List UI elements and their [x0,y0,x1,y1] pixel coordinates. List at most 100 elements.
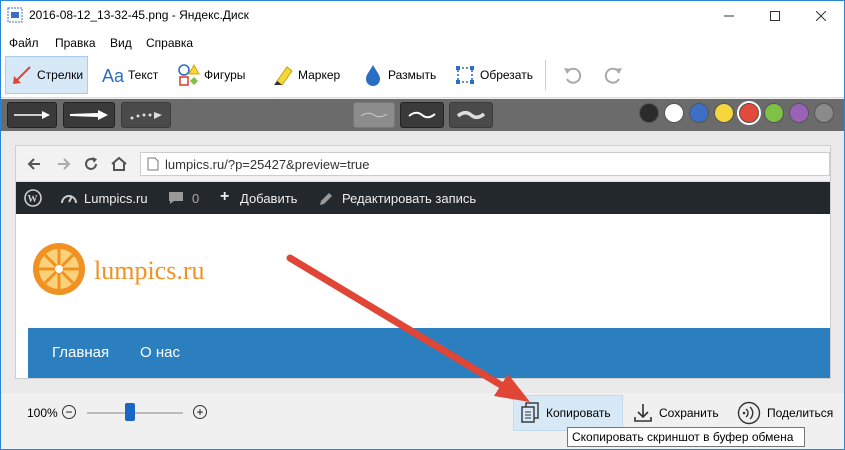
url-text: lumpics.ru/?p=25427&preview=true [165,157,370,172]
tool-arrows-label: Стрелки [37,68,84,82]
tool-marker[interactable]: Маркер [267,56,344,94]
site-navigation: Главная О нас [28,328,830,378]
blur-drop-icon [366,65,380,86]
home-icon [111,156,127,171]
thick-wave-icon [456,111,486,119]
plus-icon: + [196,405,204,419]
tool-text-label: Текст [128,68,159,82]
thick-arrow-icon [70,110,108,120]
zoom-slider-thumb[interactable] [125,403,136,421]
download-icon [634,404,652,422]
color-swatch[interactable] [664,103,684,123]
tool-arrows[interactable]: Стрелки [5,56,89,94]
color-swatch[interactable] [714,103,734,123]
window-title: 2016-08-12_13-32-45.png - Яндекс.Диск [29,8,249,22]
nav-home: Главная [52,344,110,361]
thin-arrow-icon [14,111,50,119]
copy-tooltip: Скопировать скриншот в буфер обмена [567,427,805,447]
tool-toolbar: Стрелки Aa Текст Фигуры Маркер Размыть О… [1,54,844,98]
tool-shapes-label: Фигуры [204,68,246,82]
copy-button[interactable]: Копировать [513,395,623,431]
arrow-style-thick[interactable] [63,102,115,128]
wordpress-admin-bar: W Lumpics.ru 0 + Добавить Редактировать … [16,182,830,214]
copy-label: Копировать [546,406,611,420]
maximize-icon [770,10,780,21]
tool-marker-label: Маркер [298,68,341,82]
comment-icon [169,192,183,204]
tool-text[interactable]: Aa Текст [97,56,162,94]
wp-add-label: Добавить [240,191,298,206]
menu-help[interactable]: Справка [146,36,193,50]
color-swatch[interactable] [764,103,784,123]
menu-edit[interactable]: Правка [55,36,96,50]
toolbar-separator [545,60,546,90]
color-swatch[interactable] [639,103,659,123]
editor-canvas[interactable]: lumpics.ru/?p=25427&preview=true W Lumpi… [1,131,844,393]
tool-blur-label: Размыть [388,68,437,82]
arrow-tool-icon [13,66,31,84]
reload-icon [85,157,97,170]
dashboard-icon [61,195,77,204]
arrow-style-dotted[interactable] [121,102,171,128]
line-style-thick[interactable] [449,102,493,128]
text-tool-icon: Aa [102,66,125,86]
page-icon [147,157,159,171]
svg-text:Aa: Aa [102,66,125,86]
share-button[interactable]: Поделиться [731,395,841,431]
svg-text:W: W [28,194,38,205]
save-label: Сохранить [659,406,719,420]
tool-crop[interactable]: Обрезать [449,56,537,94]
thin-wave-icon [360,112,388,118]
dotted-arrow-icon [130,112,162,120]
minimize-button[interactable] [706,1,752,30]
line-style-thin[interactable] [353,102,395,128]
tool-crop-label: Обрезать [480,68,533,82]
redo-button[interactable] [597,56,632,94]
back-icon [27,158,40,170]
line-style-medium[interactable] [400,102,444,128]
color-swatch[interactable] [739,103,759,123]
arrow-style-thin[interactable] [7,102,57,128]
medium-wave-icon [408,111,436,119]
close-icon [816,10,826,21]
menu-view[interactable]: Вид [110,36,132,50]
title-bar: 2016-08-12_13-32-45.png - Яндекс.Диск [1,1,844,30]
maximize-button[interactable] [752,1,798,30]
tool-shapes[interactable]: Фигуры [173,56,249,94]
minimize-icon [724,15,734,16]
zoom-level: 100% [27,406,58,420]
undo-icon [564,67,582,84]
tool-blur[interactable]: Размыть [357,56,440,94]
share-icon [737,401,761,425]
app-window: 2016-08-12_13-32-45.png - Яндекс.Диск Фа… [0,0,845,450]
color-swatch[interactable] [814,103,834,123]
edit-pencil-icon [320,193,332,205]
site-name: lumpics.ru [94,256,205,285]
wordpress-icon: W [24,189,42,207]
color-swatch[interactable] [689,103,709,123]
screenshot-image: lumpics.ru/?p=25427&preview=true W Lumpi… [15,145,831,379]
menu-file[interactable]: Файл [9,36,39,50]
color-swatch[interactable] [789,103,809,123]
undo-button[interactable] [557,56,592,94]
browser-toolbar: lumpics.ru/?p=25427&preview=true [16,146,830,182]
marker-icon [274,66,293,86]
app-icon [7,7,23,23]
redo-icon [604,67,622,84]
crop-icon [456,66,474,84]
close-button[interactable] [798,1,844,30]
forward-icon [58,158,71,170]
style-toolbar [1,99,844,131]
save-button[interactable]: Сохранить [627,395,727,431]
wp-edit-label: Редактировать запись [342,191,477,206]
share-label: Поделиться [767,406,834,420]
zoom-in-button[interactable]: + [193,405,207,419]
plus-icon: + [220,188,230,205]
shapes-tool-icon [178,63,200,86]
copy-icon [521,402,539,423]
site-header: lumpics.ru [16,214,830,328]
zoom-out-button[interactable]: − [62,405,76,419]
minus-icon: − [65,405,73,419]
wp-comments-count: 0 [192,191,200,206]
address-bar: lumpics.ru/?p=25427&preview=true [140,152,830,176]
